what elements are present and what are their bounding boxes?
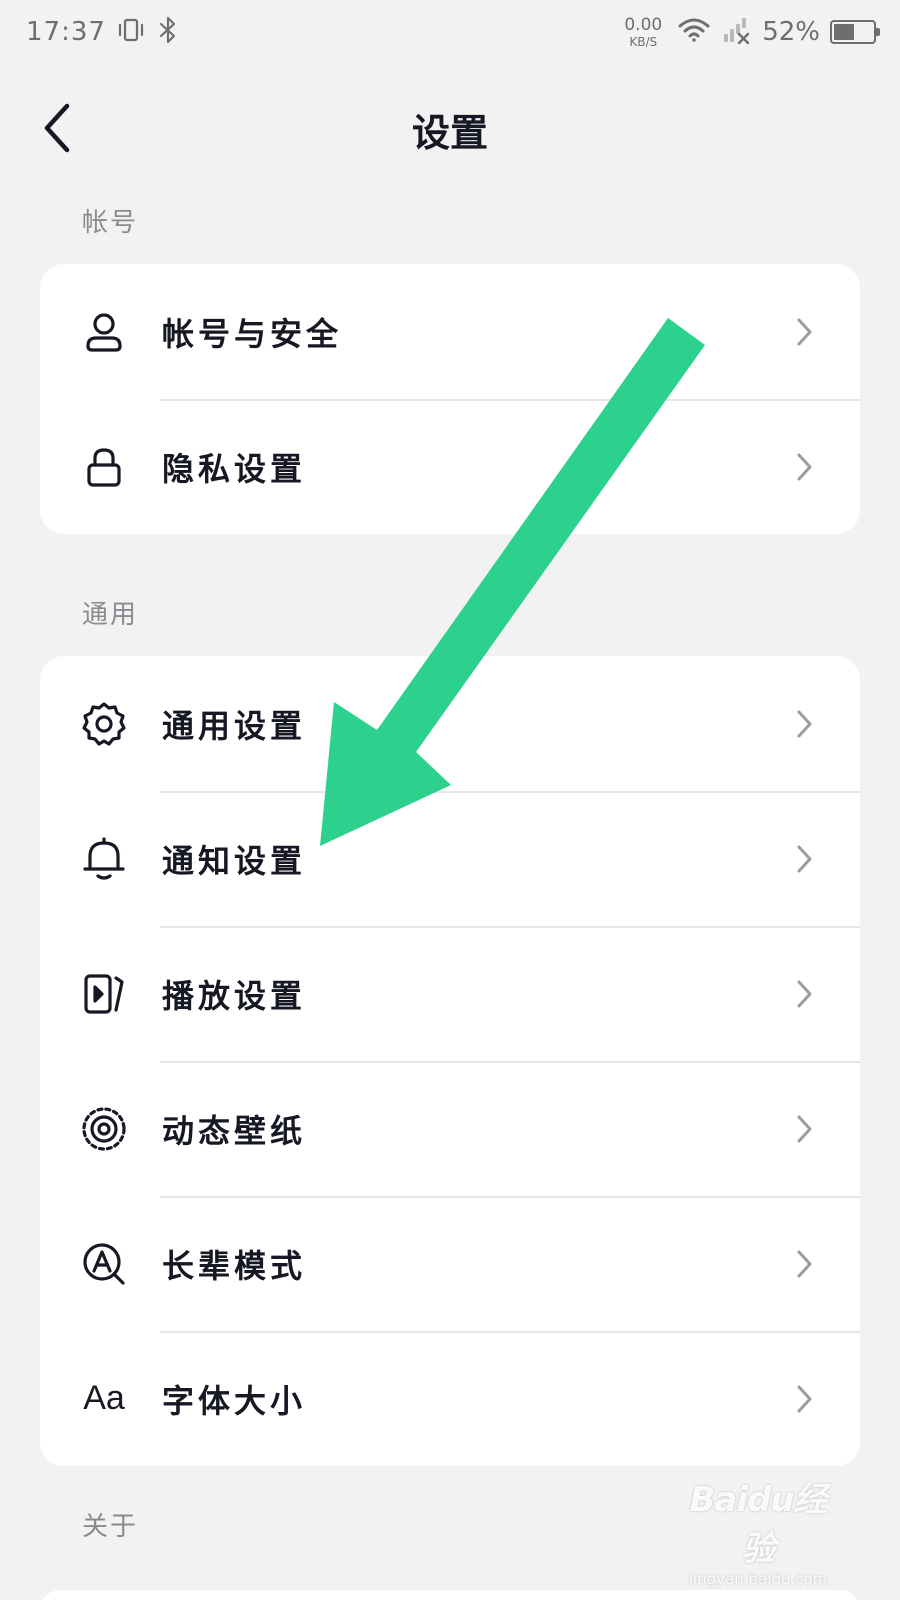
- network-speed: 0.00 KB/S: [624, 14, 663, 49]
- bell-icon: [80, 835, 128, 883]
- status-bar-left: 17:37: [26, 15, 180, 49]
- section-label-about: 关于: [82, 1512, 139, 1542]
- section-label-account: 帐号: [82, 208, 139, 238]
- vibrate-icon: [116, 15, 146, 49]
- signal-no-service-icon: [722, 15, 752, 49]
- settings-item-label: 隐私设置: [162, 449, 307, 488]
- settings-item-font-size[interactable]: Aa 字体大小: [40, 1331, 860, 1466]
- about-card: [40, 1590, 860, 1600]
- settings-item-general[interactable]: 通用设置: [40, 656, 860, 791]
- settings-item-label: 通知设置: [162, 841, 307, 880]
- settings-item-notifications[interactable]: 通知设置: [40, 791, 860, 926]
- chevron-right-icon: [792, 976, 816, 1012]
- chevron-right-icon: [792, 1111, 816, 1147]
- wifi-icon: [676, 15, 712, 49]
- settings-item-label: 通用设置: [162, 706, 307, 745]
- settings-item-label: 播放设置: [162, 976, 307, 1015]
- elder-mode-icon: [80, 1240, 128, 1288]
- battery-icon: [830, 20, 880, 44]
- battery-level-fill: [834, 24, 854, 40]
- watermark-logo: Baidu经验: [689, 1480, 827, 1569]
- status-time: 17:37: [26, 17, 106, 47]
- play-card-icon: [80, 970, 128, 1018]
- chevron-right-icon: [792, 1246, 816, 1282]
- settings-item-playback[interactable]: 播放设置: [40, 926, 860, 1061]
- status-bar-right: 0.00 KB/S 52%: [624, 14, 880, 49]
- font-size-icon: Aa: [80, 1375, 128, 1423]
- settings-item-label: 帐号与安全: [162, 314, 343, 353]
- baidu-watermark: Baidu经验 jingyan.baidu.com: [678, 1472, 838, 1588]
- chevron-right-icon: [792, 1381, 816, 1417]
- lock-icon: [80, 443, 128, 491]
- network-speed-value: 0.00: [624, 14, 663, 35]
- chevron-right-icon: [792, 314, 816, 350]
- nav-bar: 设置: [0, 84, 900, 174]
- gear-icon: [80, 700, 128, 748]
- settings-item-account-security[interactable]: 帐号与安全: [40, 264, 860, 399]
- chevron-right-icon: [792, 841, 816, 877]
- network-speed-unit: KB/S: [629, 34, 658, 49]
- settings-item-privacy[interactable]: 隐私设置: [40, 399, 860, 534]
- account-card: 帐号与安全 隐私设置: [40, 264, 860, 534]
- battery-percent: 52%: [762, 17, 820, 47]
- font-size-icon-text: Aa: [83, 1379, 125, 1417]
- settings-item-elder-mode[interactable]: 长辈模式: [40, 1196, 860, 1331]
- chevron-right-icon: [792, 706, 816, 742]
- bluetooth-icon: [156, 15, 180, 49]
- user-icon: [80, 308, 128, 356]
- settings-item-label: 长辈模式: [162, 1246, 307, 1285]
- settings-item-label: 动态壁纸: [162, 1111, 307, 1150]
- page-title: 设置: [411, 110, 488, 155]
- settings-item-live-wallpaper[interactable]: 动态壁纸: [40, 1061, 860, 1196]
- settings-item-label: 字体大小: [162, 1381, 307, 1420]
- section-label-general: 通用: [82, 600, 139, 630]
- status-bar: 17:37 0.00 KB/S 52%: [0, 0, 900, 64]
- chevron-right-icon: [792, 449, 816, 485]
- live-wallpaper-icon: [80, 1105, 128, 1153]
- general-card: 通用设置 通知设置 播放设置 动态壁纸 长辈模式 Aa 字体大小: [40, 656, 860, 1466]
- watermark-url: jingyan.baidu.com: [688, 1570, 828, 1588]
